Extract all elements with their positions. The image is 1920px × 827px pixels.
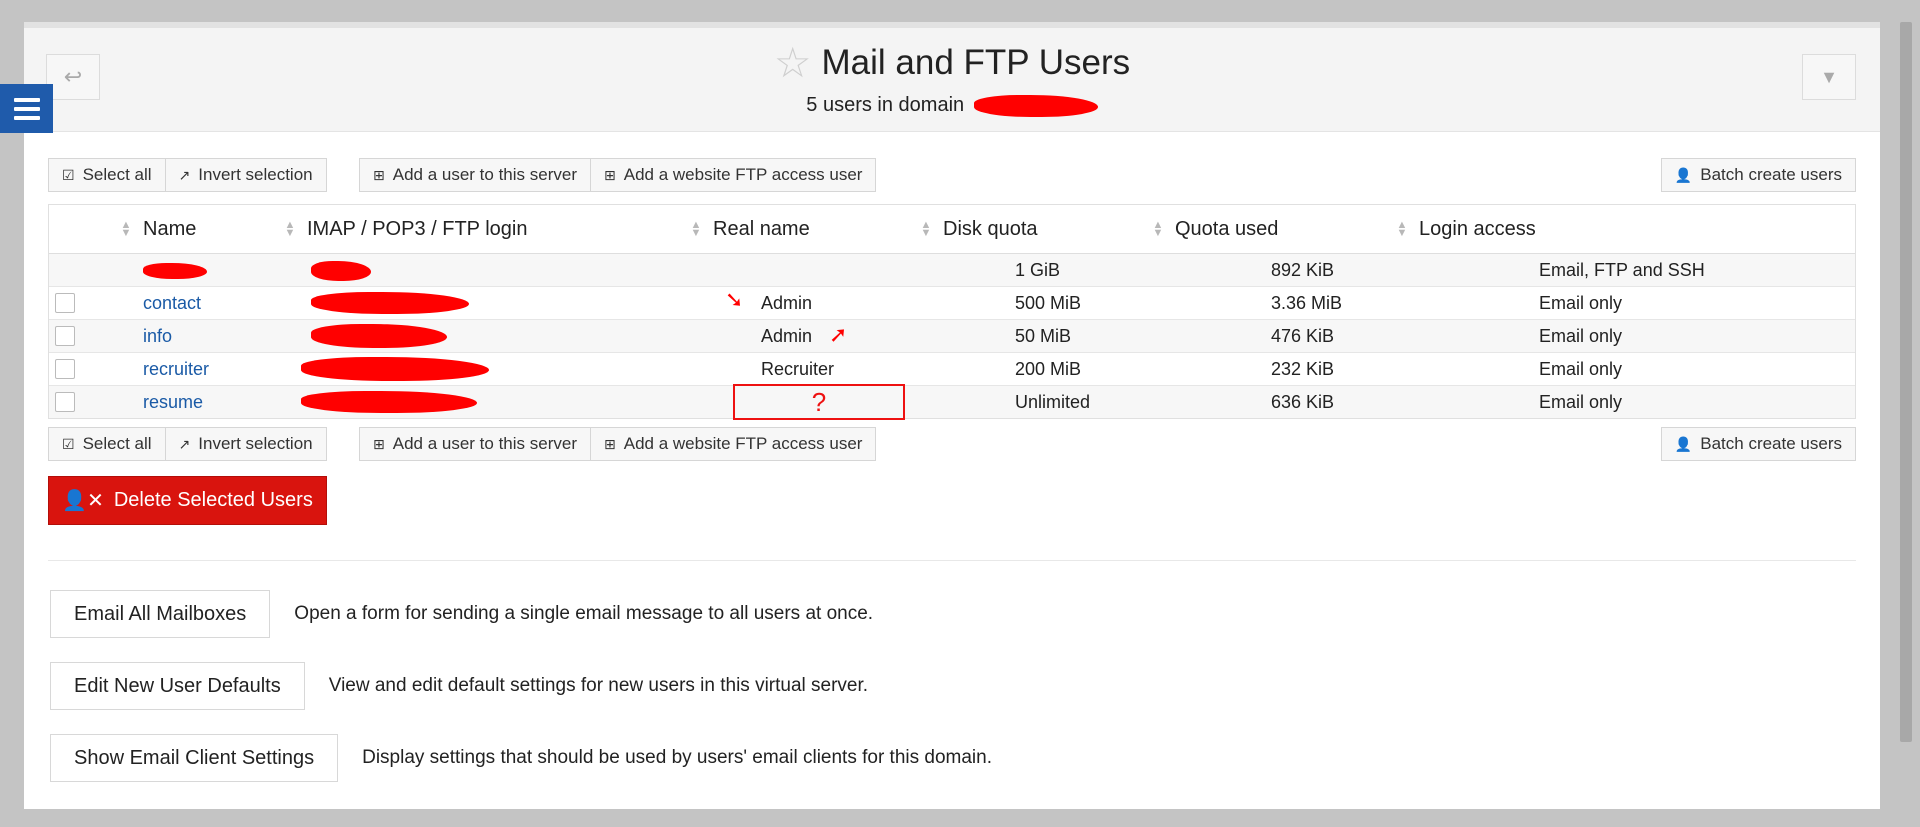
filter-icon: ▼	[1820, 66, 1838, 87]
row-checkbox[interactable]	[55, 392, 75, 412]
batch-group: 👤 Batch create users	[1660, 427, 1856, 461]
table-row: resume ? Unlimited 636 KiB Email only	[49, 384, 1855, 420]
batch-create-button[interactable]: 👤 Batch create users	[1660, 427, 1856, 461]
add-ftp-user-label: Add a website FTP access user	[623, 165, 863, 184]
checkbox-checked-icon: ☑	[62, 435, 75, 452]
batch-group: 👤 Batch create users	[1660, 158, 1856, 192]
action-row-email-all: Email All Mailboxes Open a form for send…	[50, 590, 873, 638]
user-link[interactable]: recruiter	[143, 359, 209, 379]
window-scrollbar[interactable]	[1900, 22, 1912, 742]
column-login[interactable]: ▲ ▼ IMAP / POP3 / FTP login	[283, 218, 713, 241]
main-window: ↩ ☆ Mail and FTP Users 5 users in domain…	[24, 22, 1880, 809]
star-icon[interactable]: ☆	[774, 42, 812, 84]
missing-real-name-annotation: ?	[733, 384, 905, 420]
batch-create-label: Batch create users	[1700, 434, 1842, 453]
add-ftp-user-button[interactable]: ⊞ Add a website FTP access user	[591, 158, 877, 192]
sort-icon: ▲ ▼	[690, 219, 702, 239]
share-icon: ↗	[178, 166, 191, 183]
plus-square-icon: ⊞	[373, 166, 385, 183]
email-all-mailboxes-button[interactable]: Email All Mailboxes	[50, 590, 271, 638]
redacted-login	[301, 357, 489, 381]
page-title: Mail and FTP Users	[821, 43, 1131, 82]
user-link[interactable]: resume	[143, 392, 203, 412]
action-description: Display settings that should be used by …	[362, 747, 992, 768]
plus-square-icon: ⊞	[604, 166, 616, 183]
add-user-button[interactable]: ⊞ Add a user to this server	[359, 158, 591, 192]
select-all-button[interactable]: ☑ Select all	[48, 427, 166, 461]
redacted-login	[311, 324, 447, 348]
top-toolbar: ☑ Select all ↗ Invert selection ⊞ Add a …	[48, 158, 1856, 192]
sort-icon: ▲ ▼	[920, 219, 932, 239]
add-group: ⊞ Add a user to this server ⊞ Add a webs…	[359, 158, 877, 192]
checkbox-checked-icon: ☑	[62, 166, 75, 183]
invert-selection-label: Invert selection	[198, 434, 313, 453]
delete-selected-users-button[interactable]: 👤✕ Delete Selected Users	[48, 476, 327, 525]
user-icon: 👤	[1674, 166, 1693, 183]
sort-icon: ▲ ▼	[1396, 219, 1408, 239]
redacted-login	[311, 292, 469, 315]
column-name[interactable]: ▲ ▼ Name	[119, 218, 307, 241]
column-real-name[interactable]: ▲ ▼ Real name	[689, 218, 943, 241]
action-description: View and edit default settings for new u…	[328, 675, 869, 696]
table-row: recruiter Recruiter 200 MiB 232 KiB Emai…	[49, 353, 1855, 386]
batch-create-button[interactable]: 👤 Batch create users	[1660, 158, 1856, 192]
redacted-login	[301, 391, 477, 414]
batch-create-label: Batch create users	[1700, 165, 1842, 184]
plus-square-icon: ⊞	[604, 435, 616, 452]
add-group: ⊞ Add a user to this server ⊞ Add a webs…	[359, 427, 877, 461]
user-link[interactable]: contact	[143, 293, 201, 313]
invert-selection-button[interactable]: ↗ Invert selection	[165, 427, 327, 461]
edit-new-user-defaults-button[interactable]: Edit New User Defaults	[50, 662, 305, 710]
user-link[interactable]: info	[143, 326, 172, 346]
invert-selection-label: Invert selection	[198, 165, 313, 184]
sort-icon: ▲ ▼	[120, 219, 132, 239]
share-icon: ↗	[178, 435, 191, 452]
users-table: ▲ ▼ Name ▲ ▼ IMAP / POP3 / FTP login ▲ ▼ Real …	[48, 204, 1856, 420]
delete-selected-users-label: Delete Selected Users	[113, 489, 313, 511]
column-login-access[interactable]: ▲ ▼ Login access	[1395, 218, 1855, 241]
sort-icon: ▲ ▼	[1152, 219, 1164, 239]
add-user-label: Add a user to this server	[392, 434, 577, 453]
page-subtitle: 5 users in domain	[806, 94, 965, 116]
filter-button[interactable]: ▼	[1802, 54, 1856, 100]
title-area: ☆ Mail and FTP Users 5 users in domain	[24, 42, 1880, 117]
annotation-arrow-icon: ➘	[725, 286, 744, 312]
row-checkbox[interactable]	[55, 293, 75, 313]
action-description: Open a form for sending a single email m…	[294, 603, 874, 624]
action-row-user-defaults: Edit New User Defaults View and edit def…	[50, 662, 868, 710]
sidebar-toggle-button[interactable]	[0, 84, 53, 133]
select-all-button[interactable]: ☑ Select all	[48, 158, 166, 192]
annotation-arrow-icon: ➚	[829, 321, 848, 347]
section-divider	[48, 560, 1856, 561]
redacted-name	[143, 262, 207, 279]
sort-icon: ▲ ▼	[284, 219, 296, 239]
redacted-domain	[973, 94, 1098, 117]
select-all-label: Select all	[82, 434, 152, 453]
table-row: contact ➘ Admin 500 MiB 3.36 MiB Email on…	[49, 287, 1855, 320]
redacted-login	[311, 260, 371, 281]
add-ftp-user-button[interactable]: ⊞ Add a website FTP access user	[591, 427, 877, 461]
selection-group: ☑ Select all ↗ Invert selection	[48, 427, 327, 461]
table-row: info Admin ➚ 50 MiB 476 KiB Email only	[49, 320, 1855, 353]
select-all-label: Select all	[82, 165, 152, 184]
add-ftp-user-label: Add a website FTP access user	[623, 434, 863, 453]
show-email-client-settings-button[interactable]: Show Email Client Settings	[50, 734, 339, 782]
user-icon: 👤	[1674, 435, 1693, 452]
column-disk-quota[interactable]: ▲ ▼ Disk quota	[919, 218, 1175, 241]
plus-square-icon: ⊞	[373, 435, 385, 452]
add-user-button[interactable]: ⊞ Add a user to this server	[359, 427, 591, 461]
invert-selection-button[interactable]: ↗ Invert selection	[165, 158, 327, 192]
add-user-label: Add a user to this server	[392, 165, 577, 184]
row-checkbox[interactable]	[55, 326, 75, 346]
action-row-client-settings: Show Email Client Settings Display setti…	[50, 734, 992, 782]
column-quota-used[interactable]: ▲ ▼ Quota used	[1151, 218, 1419, 241]
user-delete-icon: 👤✕	[62, 490, 104, 512]
page-header: ↩ ☆ Mail and FTP Users 5 users in domain…	[24, 28, 1880, 132]
table-row: 1 GiB 892 KiB Email, FTP and SSH	[49, 254, 1855, 287]
hamburger-menu-icon	[13, 97, 40, 102]
row-checkbox[interactable]	[55, 359, 75, 379]
selection-group: ☑ Select all ↗ Invert selection	[48, 158, 327, 192]
table-header: ▲ ▼ Name ▲ ▼ IMAP / POP3 / FTP login ▲ ▼ Real …	[49, 205, 1855, 254]
bottom-toolbar: ☑ Select all ↗ Invert selection ⊞ Add a …	[48, 427, 1856, 461]
